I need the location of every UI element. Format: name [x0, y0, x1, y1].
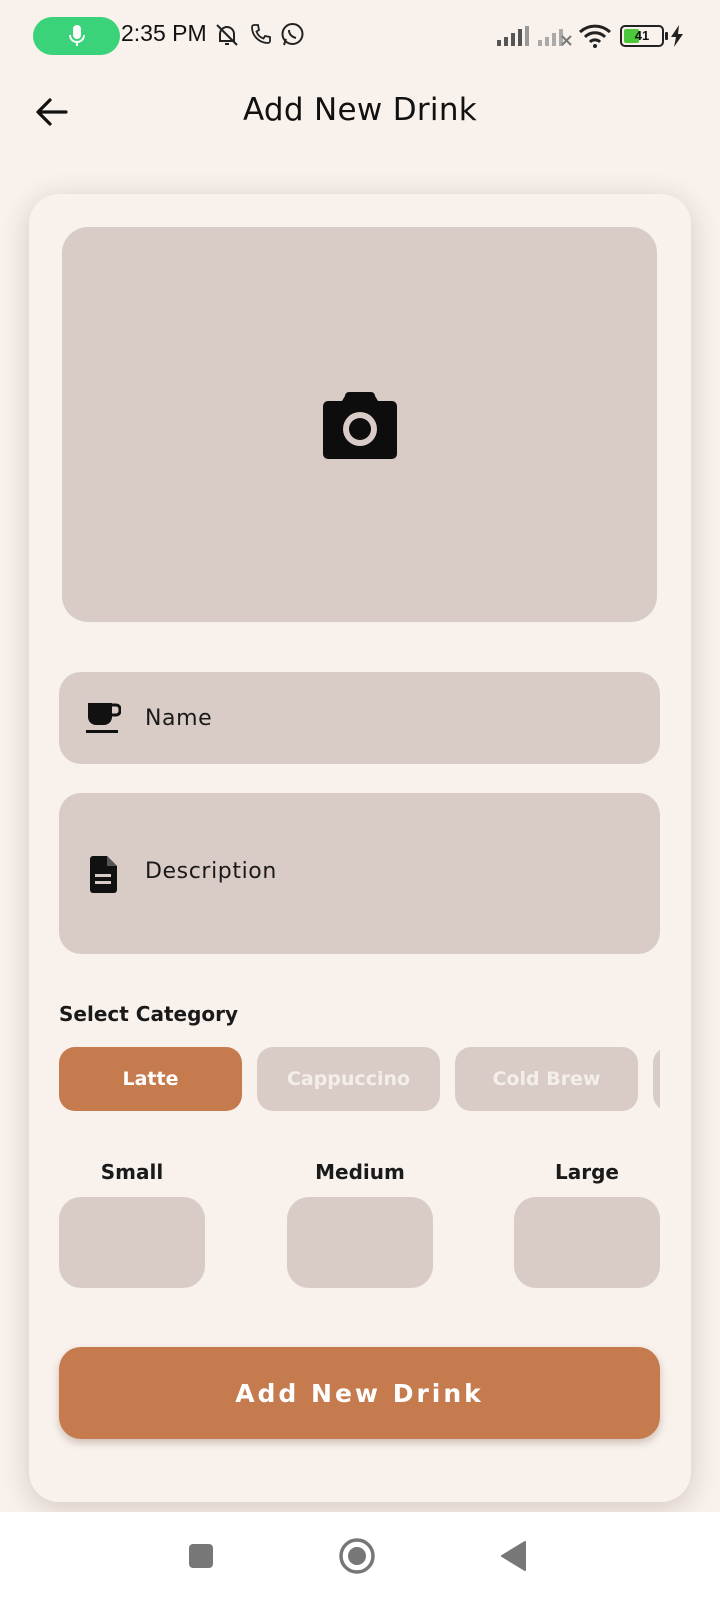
- category-chip-latte[interactable]: Latte: [59, 1047, 242, 1111]
- battery-level: 41: [634, 28, 650, 43]
- image-picker[interactable]: [62, 227, 657, 622]
- system-nav-bar: [0, 1512, 720, 1600]
- home-button[interactable]: [335, 1534, 379, 1578]
- category-chip-more[interactable]: [653, 1047, 660, 1111]
- size-label-large: Large: [555, 1160, 619, 1184]
- name-input[interactable]: [145, 705, 660, 731]
- add-drink-form-card: Select Category Latte Cappuccino Cold Br…: [29, 194, 691, 1502]
- phone-icon: [251, 24, 271, 44]
- recents-square-icon: [189, 1544, 213, 1568]
- charging-icon: [671, 25, 683, 47]
- price-input-small[interactable]: [59, 1197, 205, 1288]
- signal-no-sim-icon: [538, 29, 572, 46]
- description-input[interactable]: [145, 858, 660, 889]
- home-circle-icon: [339, 1538, 375, 1574]
- price-input-large[interactable]: [514, 1197, 660, 1288]
- wifi-icon: [578, 24, 612, 48]
- description-field: [59, 793, 660, 954]
- size-label-medium: Medium: [315, 1160, 405, 1184]
- category-label: Select Category: [59, 1002, 239, 1026]
- mic-indicator[interactable]: [33, 17, 120, 55]
- name-field: [59, 672, 660, 764]
- page-title: Add New Drink: [242, 92, 478, 128]
- price-input-medium[interactable]: [287, 1197, 433, 1288]
- document-icon: [83, 854, 123, 894]
- battery-icon: 41: [620, 25, 668, 47]
- back-triangle-icon: [501, 1541, 526, 1571]
- mic-icon: [68, 25, 85, 46]
- back-nav-button[interactable]: [491, 1534, 535, 1578]
- coffee-cup-icon: [83, 698, 123, 738]
- add-new-drink-button[interactable]: Add New Drink: [59, 1347, 660, 1439]
- category-chip-cappuccino[interactable]: Cappuccino: [257, 1047, 440, 1111]
- recents-button[interactable]: [179, 1534, 223, 1578]
- whatsapp-icon: [281, 23, 304, 46]
- size-label-small: Small: [100, 1160, 164, 1184]
- camera-icon: [322, 391, 397, 459]
- signal-icon: [497, 26, 529, 46]
- bell-off-icon: [216, 24, 238, 46]
- category-chip-list[interactable]: Latte Cappuccino Cold Brew: [59, 1047, 660, 1111]
- status-time: 2:35 PM: [121, 20, 207, 46]
- status-bar: 2:35 PM 41: [0, 0, 720, 70]
- category-chip-cold-brew[interactable]: Cold Brew: [455, 1047, 638, 1111]
